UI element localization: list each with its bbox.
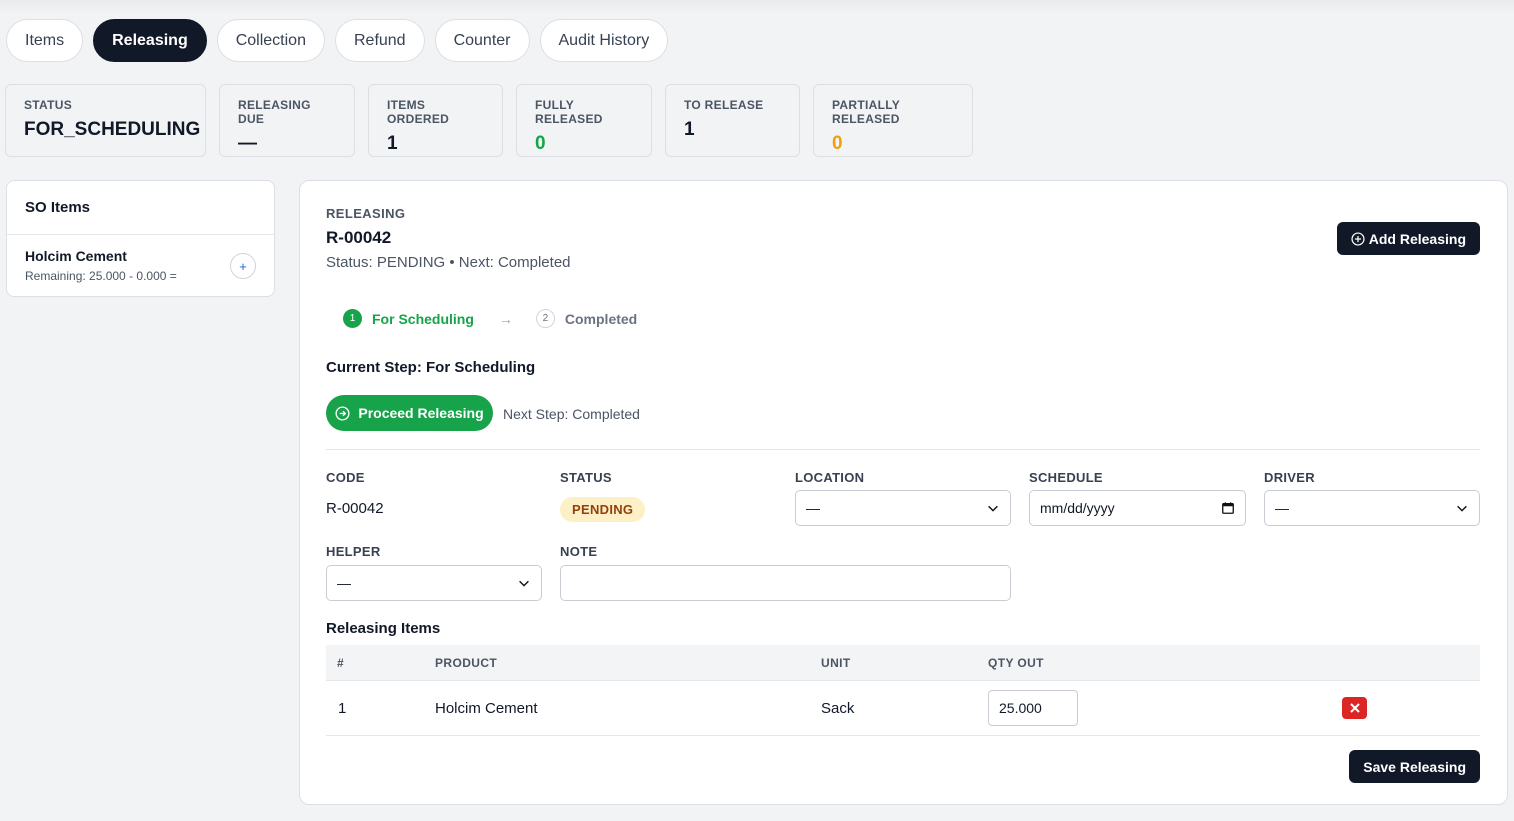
tab-counter[interactable]: Counter [434, 19, 530, 62]
code-label: CODE [326, 470, 365, 485]
so-item-name: Holcim Cement [25, 248, 127, 264]
column-header: # [337, 656, 345, 670]
table-header: # PRODUCT UNIT QTY OUT [326, 645, 1480, 681]
column-header: PRODUCT [435, 656, 498, 670]
close-icon [1349, 703, 1360, 713]
arrow-circle-right-icon [335, 405, 350, 421]
chevron-down-icon [988, 505, 998, 512]
stat-to-release: TO RELEASE 1 [665, 84, 800, 157]
chevron-down-icon [1457, 505, 1467, 512]
schedule-label: SCHEDULE [1029, 470, 1103, 485]
location-value: — [806, 500, 820, 516]
location-label: LOCATION [795, 470, 865, 485]
stat-releasing-due: RELEASING DUE — [219, 84, 355, 157]
stat-value: FOR_SCHEDULING [24, 119, 201, 140]
stat-label: ITEMS ORDERED [387, 98, 450, 126]
schedule-placeholder: mm/dd/yyyy [1040, 500, 1115, 516]
stat-label: PARTIALLY RELEASED [832, 98, 900, 126]
row-product: Holcim Cement [435, 700, 538, 717]
plus-circle-icon [1351, 231, 1365, 246]
helper-value: — [337, 575, 351, 591]
chevron-down-icon [519, 580, 529, 587]
stat-value: — [238, 133, 257, 154]
note-input[interactable] [560, 565, 1011, 601]
schedule-date-input[interactable]: mm/dd/yyyy [1029, 490, 1246, 526]
current-step-heading: Current Step: For Scheduling [326, 359, 536, 376]
stat-label: FULLY RELEASED [535, 98, 603, 126]
note-label: NOTE [560, 544, 598, 559]
so-items-panel: SO Items Holcim Cement Remaining: 25.000… [6, 180, 275, 297]
releasing-code: R-00042 [326, 228, 392, 247]
driver-label: DRIVER [1264, 470, 1315, 485]
proceed-releasing-button[interactable]: Proceed Releasing [326, 395, 493, 431]
row-unit: Sack [821, 700, 855, 717]
tab-releasing[interactable]: Releasing [93, 19, 207, 62]
step-number: 2 [535, 309, 555, 328]
stat-value: 0 [535, 133, 546, 154]
stat-value: 0 [832, 133, 843, 154]
tab-items[interactable]: Items [6, 19, 84, 62]
stat-value: 1 [387, 133, 398, 154]
releasing-items-title: Releasing Items [326, 620, 441, 637]
stat-items-ordered: ITEMS ORDERED 1 [368, 84, 503, 157]
stat-label: TO RELEASE [684, 98, 764, 112]
tab-refund[interactable]: Refund [334, 19, 425, 62]
releasing-eyebrow: RELEASING [326, 206, 406, 221]
delete-row-button[interactable] [1342, 697, 1367, 719]
calendar-icon [1222, 502, 1234, 514]
table-row: 1 Holcim Cement Sack 25.000 [326, 681, 1480, 736]
code-value: R-00042 [326, 500, 384, 517]
column-header: QTY OUT [988, 656, 1044, 670]
row-number: 1 [338, 700, 347, 717]
tab-collection[interactable]: Collection [216, 19, 325, 62]
step-label-current: For Scheduling [372, 310, 474, 327]
status-badge: PENDING [560, 497, 646, 522]
stepper: 1 For Scheduling → 2 Completed [343, 309, 637, 328]
divider [326, 449, 1480, 450]
helper-label: HELPER [326, 544, 381, 559]
so-item-remaining: Remaining: 25.000 - 0.000 = [25, 269, 177, 283]
status-label: STATUS [560, 470, 612, 485]
stat-partially-released: PARTIALLY RELEASED 0 [813, 84, 973, 157]
stats-row: STATUS FOR_SCHEDULING RELEASING DUE — IT… [5, 84, 973, 157]
step-number: 1 [343, 309, 362, 328]
plus-icon[interactable]: + [230, 253, 256, 279]
arrow-right-icon: → [498, 310, 513, 327]
column-header: UNIT [821, 656, 851, 670]
stat-fully-released: FULLY RELEASED 0 [516, 84, 652, 157]
releasing-status-line: Status: PENDING • Next: Completed [326, 254, 571, 271]
driver-select[interactable]: — [1264, 490, 1480, 526]
stat-label: RELEASING DUE [238, 98, 311, 126]
add-releasing-button[interactable]: Add Releasing [1336, 222, 1480, 255]
stat-value: 1 [684, 119, 695, 140]
driver-value: — [1275, 500, 1289, 516]
next-step-text: Next Step: Completed [503, 406, 640, 422]
step-label-next: Completed [564, 310, 638, 327]
add-releasing-label: Add Releasing [1368, 230, 1466, 247]
tab-bar: Items Releasing Collection Refund Counte… [6, 19, 669, 62]
save-releasing-button[interactable]: Save Releasing [1349, 750, 1480, 783]
helper-select[interactable]: — [326, 565, 542, 601]
proceed-releasing-label: Proceed Releasing [358, 405, 484, 421]
stat-status: STATUS FOR_SCHEDULING [5, 84, 206, 157]
so-items-title: SO Items [7, 181, 274, 235]
releasing-panel: RELEASING R-00042 Status: PENDING • Next… [299, 180, 1508, 805]
stat-label: STATUS [24, 98, 73, 112]
location-select[interactable]: — [795, 490, 1011, 526]
qty-out-input[interactable]: 25.000 [988, 690, 1078, 726]
so-item: Holcim Cement Remaining: 25.000 - 0.000 … [7, 235, 274, 283]
tab-audit-history[interactable]: Audit History [539, 19, 669, 62]
